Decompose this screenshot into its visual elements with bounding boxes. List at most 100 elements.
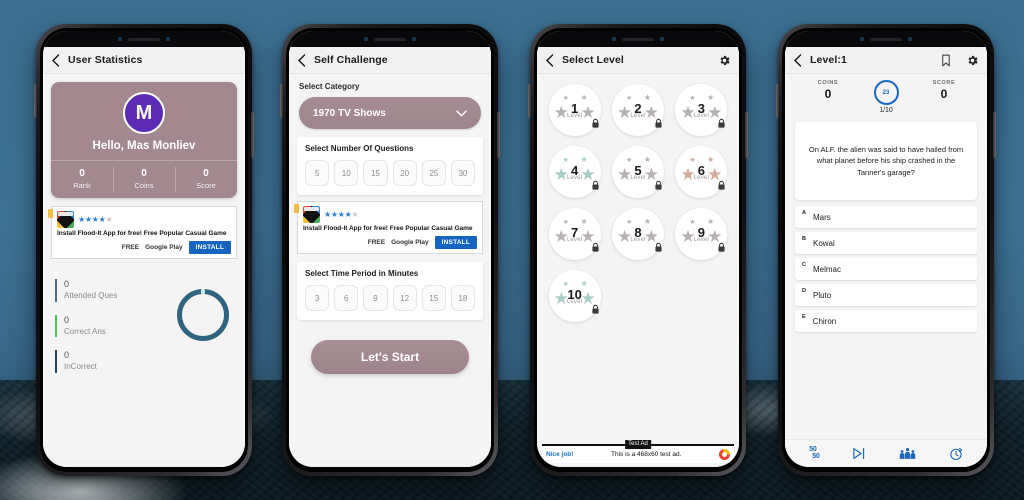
question-count-option[interactable]: 5 — [305, 160, 330, 186]
level-button-10[interactable]: ★ ★ ★ ★ 10 Level — [548, 270, 601, 322]
greeting-text: Hello, Mas Monliev — [92, 140, 196, 152]
chevron-left-icon[interactable] — [793, 53, 802, 67]
answer-key: E — [802, 314, 806, 320]
answer-option-e[interactable]: E Chiron — [795, 310, 977, 332]
ad-banner[interactable]: ★★★★★ Install Flood-It App for free! Fre… — [294, 201, 483, 255]
chevron-down-icon — [456, 109, 467, 117]
screen-select-level: Select Level ★ ★ ★ ★ 1 Level ★ ★ ★ ★ 2 Level — [537, 31, 739, 467]
question-count-option[interactable]: 20 — [392, 160, 417, 186]
time-period-option[interactable]: 18 — [450, 285, 476, 312]
time-period-option[interactable]: 6 — [334, 285, 359, 312]
answer-key: B — [802, 236, 806, 242]
start-button[interactable]: Let's Start — [311, 340, 469, 375]
answer-key: A — [802, 210, 806, 216]
category-selected-value: 1970 TV Shows — [313, 107, 386, 119]
phone-bezel: Self Challenge Select Category 1970 TV S… — [286, 28, 494, 472]
level-button-5[interactable]: ★ ★ ★ ★ 5 Level — [611, 146, 664, 198]
phone-mockup-quiz: Level:1 COINS 0 23 1/10 SCORE 0 On ALF. … — [776, 24, 996, 476]
level-grid: ★ ★ ★ ★ 1 Level ★ ★ ★ ★ 2 Level ★ ★ ★ ★ 3 Level — [537, 74, 739, 322]
profile-header: M Hello, Mas Monliev — [51, 82, 237, 160]
stat-correct-answers: 0 Correct Ans — [55, 314, 167, 338]
audience-poll-icon[interactable] — [899, 447, 916, 460]
status-notch — [785, 31, 987, 47]
level-button-3[interactable]: ★ ★ ★ ★ 3 Level — [675, 84, 728, 136]
bookmark-icon[interactable] — [941, 54, 951, 67]
stat-coins-value: 0 — [141, 168, 147, 179]
ad-banner[interactable]: ★★★★★ Install Flood-It App for free! Fre… — [48, 206, 237, 260]
chevron-left-icon[interactable] — [51, 53, 60, 67]
answer-option-b[interactable]: B Kowal — [795, 232, 977, 254]
earpiece-speaker-icon — [870, 37, 902, 41]
ad-price-label: FREE — [367, 239, 386, 247]
answer-text: Kowal — [812, 238, 835, 248]
ad-headline: Install Flood-It App for free! Free Popu… — [303, 225, 473, 232]
answer-text: Mars — [812, 212, 831, 222]
ad-bottom-row: FREE Google Play INSTALL — [57, 241, 231, 255]
question-count-option[interactable]: 15 — [363, 160, 388, 186]
gear-icon[interactable] — [966, 54, 979, 67]
lock-icon — [591, 116, 600, 134]
time-period-option[interactable]: 12 — [392, 285, 417, 312]
level-button-1[interactable]: ★ ★ ★ ★ 1 Level — [548, 84, 601, 136]
answer-option-d[interactable]: D Pluto — [795, 284, 977, 306]
answer-option-c[interactable]: C Melmac — [795, 258, 977, 280]
answer-option-a[interactable]: A Mars — [795, 206, 977, 228]
ad-marker-icon — [294, 204, 299, 213]
level-button-9[interactable]: ★ ★ ★ ★ 9 Level — [675, 208, 728, 260]
content-user-statistics: M Hello, Mas Monliev 0 Rank 0 Coins 0 Sc… — [43, 74, 245, 467]
earpiece-speaker-icon — [128, 37, 160, 41]
level-button-4[interactable]: ★ ★ ★ ★ 4 Level — [548, 146, 601, 198]
phone-mockup-self-challenge: Self Challenge Select Category 1970 TV S… — [280, 24, 500, 476]
phone-bezel: Select Level ★ ★ ★ ★ 1 Level ★ ★ ★ ★ 2 Level — [534, 28, 742, 472]
appbar-select-level: Select Level — [537, 47, 739, 74]
gear-icon[interactable] — [718, 54, 731, 67]
progress-donut-chart — [177, 289, 229, 342]
level-button-8[interactable]: ★ ★ ★ ★ 8 Level — [611, 208, 664, 260]
skip-next-icon[interactable] — [852, 447, 867, 460]
ad-rating-stars: ★★★★★ — [324, 210, 359, 219]
appbar-self-challenge: Self Challenge — [289, 47, 491, 74]
lock-icon — [654, 178, 663, 196]
ad-install-button[interactable]: INSTALL — [434, 236, 477, 250]
time-period-option[interactable]: 9 — [363, 285, 388, 312]
question-count-option[interactable]: 25 — [421, 160, 446, 186]
admob-link[interactable]: Nice job! — [546, 451, 573, 458]
phone-mockup-select-level: Select Level ★ ★ ★ ★ 1 Level ★ ★ ★ ★ 2 Level — [528, 24, 748, 476]
level-cell: ★ ★ ★ ★ 9 Level — [672, 208, 731, 260]
question-count-option[interactable]: 30 — [450, 160, 476, 186]
chevron-left-icon[interactable] — [545, 53, 554, 67]
ad-top-row: ★★★★★ — [57, 211, 231, 229]
admob-test-banner[interactable]: Test Ad Nice job! This is a 468x60 test … — [542, 440, 734, 463]
question-count-option[interactable]: 10 — [334, 160, 359, 186]
time-period-option[interactable]: 3 — [305, 285, 330, 312]
answer-key: D — [802, 288, 806, 294]
statistics-list: 0 Attended Ques 0 Correct Ans 0 InCorrec… — [55, 275, 167, 373]
chevron-left-icon[interactable] — [297, 53, 306, 67]
level-button-2[interactable]: ★ ★ ★ ★ 2 Level — [611, 84, 664, 136]
category-dropdown[interactable]: 1970 TV Shows — [299, 97, 481, 129]
level-button-6[interactable]: ★ ★ ★ ★ 6 Level — [675, 146, 728, 198]
screen-quiz-level-1: Level:1 COINS 0 23 1/10 SCORE 0 On ALF. … — [785, 31, 987, 467]
level-button-7[interactable]: ★ ★ ★ ★ 7 Level — [548, 208, 601, 260]
fifty-bottom: 50 — [812, 452, 820, 460]
ad-install-button[interactable]: INSTALL — [188, 241, 231, 255]
score-value: 0 — [940, 87, 948, 101]
level-cell: ★ ★ ★ ★ 2 Level — [608, 84, 667, 136]
coins-value: 0 — [824, 87, 832, 101]
quiz-hud: COINS 0 23 1/10 SCORE 0 — [785, 74, 987, 118]
hud-timer: 23 1/10 — [857, 80, 915, 114]
stat-incorrect-value: 0 — [64, 350, 70, 361]
questions-count-panel: Select Number Of Questions 5 10 15 20 25… — [297, 137, 483, 195]
content-self-challenge: Select Category 1970 TV Shows Select Num… — [289, 74, 491, 467]
level-cell: ★ ★ ★ ★ 6 Level — [672, 146, 731, 198]
stat-rank-value: 0 — [79, 168, 85, 179]
fifty-fifty-icon[interactable]: 50 50 — [809, 446, 820, 460]
proximity-sensor-icon — [412, 37, 416, 41]
page-title: Level:1 — [810, 54, 847, 66]
extra-time-icon[interactable] — [949, 447, 963, 461]
status-notch — [289, 31, 491, 47]
time-period-option[interactable]: 15 — [421, 285, 446, 312]
donut-progress-tick — [201, 289, 205, 295]
screen-user-statistics: User Statistics M Hello, Mas Monliev 0 R… — [43, 31, 245, 467]
admob-logo-icon — [719, 449, 730, 460]
